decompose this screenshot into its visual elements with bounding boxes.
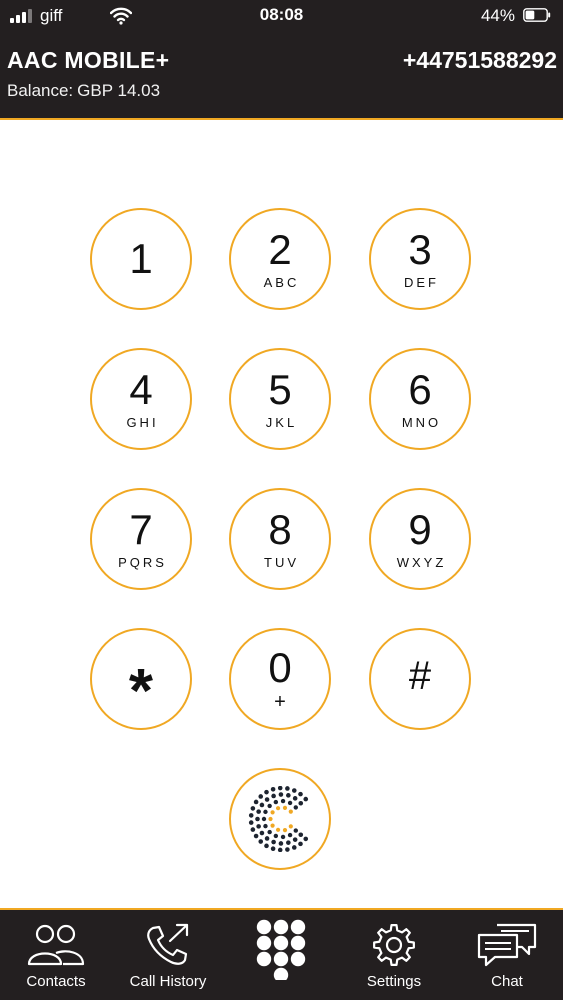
key-7[interactable]: 7 PQRS xyxy=(90,488,192,590)
key-letters: ABC xyxy=(263,275,300,290)
key-digit: 3 xyxy=(408,226,432,273)
key-digit: 9 xyxy=(408,506,432,553)
key-digit: 7 xyxy=(129,506,153,553)
status-time: 08:08 xyxy=(259,5,304,24)
tab-label: Settings xyxy=(366,973,422,990)
key-digit: 1 xyxy=(129,235,153,282)
key-letters: PQRS xyxy=(118,555,167,570)
key-letters: MNO xyxy=(401,415,442,430)
key-digit: 0 xyxy=(268,644,292,691)
key-digit: 2 xyxy=(268,226,292,273)
gear-icon xyxy=(373,924,415,966)
key-digit: 5 xyxy=(268,366,292,413)
key-8[interactable]: 8 TUV xyxy=(229,488,331,590)
tab-settings[interactable]: Settings xyxy=(338,910,450,1000)
key-star[interactable]: * xyxy=(90,628,192,730)
app-title: AAC MOBILE+ xyxy=(7,47,170,73)
balance-value: GBP 14.03 xyxy=(77,81,161,100)
user-phone-number: +44751588292 xyxy=(402,47,557,73)
dial-keypad: 1 2 ABC 3 DEF 4 GHI 5 JKL 6 MNO 7 PQRS 8… xyxy=(0,0,563,1000)
battery-percent: 44% xyxy=(480,6,515,25)
key-digit: * xyxy=(128,657,154,726)
tab-call-history[interactable]: Call History xyxy=(112,910,224,1000)
app-header: giff 08:08 44% AAC MOBILE+ +44751588292 … xyxy=(0,0,563,118)
chat-icon xyxy=(477,923,537,967)
contacts-icon xyxy=(27,924,85,966)
call-button[interactable] xyxy=(229,768,331,870)
key-9[interactable]: 9 WXYZ xyxy=(369,488,471,590)
dialpad-icon xyxy=(256,919,306,980)
key-2[interactable]: 2 ABC xyxy=(229,208,331,310)
key-5[interactable]: 5 JKL xyxy=(229,348,331,450)
key-letters: JKL xyxy=(265,415,298,430)
tab-chat[interactable]: Chat xyxy=(451,910,563,1000)
account-balance: Balance: GBP 14.03 xyxy=(7,80,160,102)
tab-contacts[interactable]: Contacts xyxy=(0,910,112,1000)
status-bar: giff 08:08 44% xyxy=(0,0,563,32)
key-letters: DEF xyxy=(404,275,439,290)
tab-label: Call History xyxy=(129,973,207,990)
call-history-icon xyxy=(147,923,189,965)
tab-label: Contacts xyxy=(26,973,86,990)
key-letters: + xyxy=(274,691,286,713)
header-accent-line xyxy=(0,118,563,120)
tab-dialpad[interactable] xyxy=(225,910,337,1000)
key-4[interactable]: 4 GHI xyxy=(90,348,192,450)
balance-label: Balance: xyxy=(7,81,74,100)
battery-icon xyxy=(523,8,551,22)
bottom-tab-bar: Contacts Call History Settings Chat xyxy=(0,910,563,1000)
key-0[interactable]: 0 + xyxy=(229,628,331,730)
key-letters: GHI xyxy=(126,415,159,430)
key-letters: WXYZ xyxy=(396,555,447,570)
key-1[interactable]: 1 xyxy=(90,208,192,310)
key-digit: # xyxy=(408,654,432,698)
tab-label: Chat xyxy=(491,973,523,990)
key-letters: TUV xyxy=(264,555,299,570)
key-digit: 6 xyxy=(408,366,432,413)
key-digit: 8 xyxy=(268,506,292,553)
aac-logo-icon xyxy=(248,786,309,852)
key-digit: 4 xyxy=(129,366,153,413)
key-3[interactable]: 3 DEF xyxy=(369,208,471,310)
key-hash[interactable]: # xyxy=(369,628,471,730)
key-6[interactable]: 6 MNO xyxy=(369,348,471,450)
